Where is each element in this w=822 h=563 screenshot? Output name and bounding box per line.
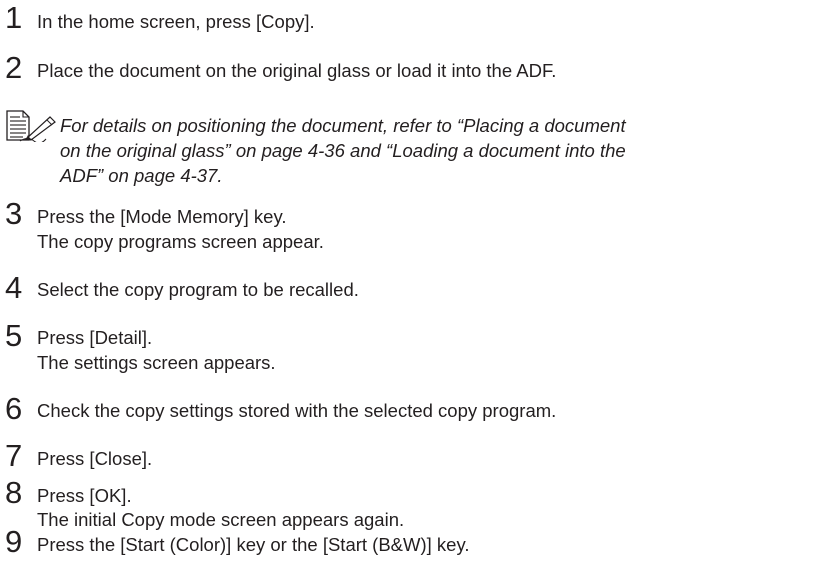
note-text: ADF” on page 4-37. — [60, 165, 223, 186]
step-text: Place the document on the original glass… — [37, 60, 557, 81]
step-number: 3 — [5, 196, 23, 231]
step-text: Check the copy settings stored with the … — [37, 400, 557, 421]
step-text: The settings screen appears. — [37, 352, 276, 373]
step-text: Press the [Start (Color)] key or the [St… — [37, 534, 470, 555]
step-text: Press [Detail]. — [37, 327, 153, 348]
note-text: For details on positioning the document,… — [60, 115, 626, 136]
step-number: 5 — [5, 318, 23, 353]
step-text: Press the [Mode Memory] key. — [37, 206, 287, 227]
step-number: 1 — [5, 0, 23, 35]
step-text: In the home screen, press [Copy]. — [37, 11, 315, 32]
step-text: Press [OK]. — [37, 485, 132, 506]
step-text: Select the copy program to be recalled. — [37, 279, 359, 300]
step-number: 2 — [5, 50, 23, 85]
note-pencil-icon — [6, 110, 56, 142]
step-text: Press [Close]. — [37, 448, 153, 469]
step-number: 8 — [5, 475, 23, 510]
step-number: 4 — [5, 270, 23, 305]
step-text: The copy programs screen appear. — [37, 231, 324, 252]
step-number: 9 — [5, 524, 23, 559]
step-number: 6 — [5, 391, 23, 426]
step-text: The initial Copy mode screen appears aga… — [37, 509, 405, 530]
note-text: on the original glass” on page 4-36 and … — [60, 140, 626, 161]
step-number: 7 — [5, 438, 23, 473]
